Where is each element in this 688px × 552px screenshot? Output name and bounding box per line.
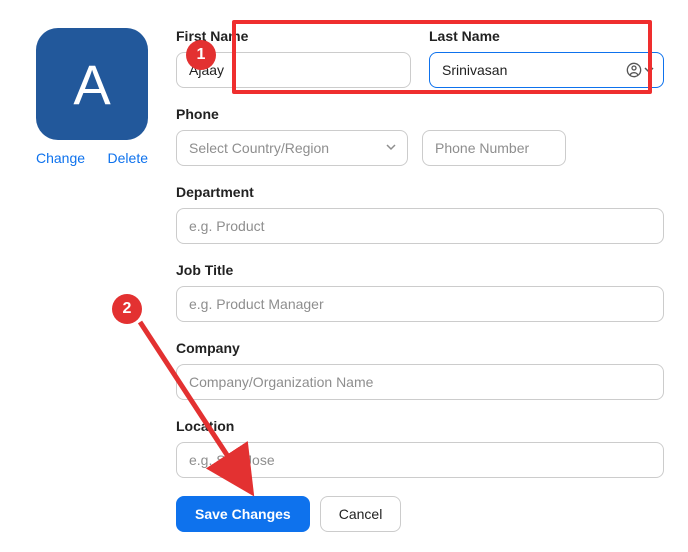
- last-name-label: Last Name: [429, 28, 664, 44]
- save-button[interactable]: Save Changes: [176, 496, 310, 532]
- avatar-letter: A: [73, 52, 110, 117]
- phone-number-input[interactable]: [422, 130, 566, 166]
- avatar-delete-link[interactable]: Delete: [108, 150, 148, 166]
- department-label: Department: [176, 184, 664, 200]
- last-name-input[interactable]: [429, 52, 664, 88]
- avatar-change-link[interactable]: Change: [36, 150, 85, 166]
- phone-label: Phone: [176, 106, 664, 122]
- first-name-input[interactable]: [176, 52, 411, 88]
- phone-country-select[interactable]: [176, 130, 408, 166]
- first-name-label: First Name: [176, 28, 411, 44]
- avatar: A: [36, 28, 148, 140]
- department-input[interactable]: [176, 208, 664, 244]
- cancel-button[interactable]: Cancel: [320, 496, 402, 532]
- job-title-label: Job Title: [176, 262, 664, 278]
- company-label: Company: [176, 340, 664, 356]
- location-label: Location: [176, 418, 664, 434]
- job-title-input[interactable]: [176, 286, 664, 322]
- location-input[interactable]: [176, 442, 664, 478]
- company-input[interactable]: [176, 364, 664, 400]
